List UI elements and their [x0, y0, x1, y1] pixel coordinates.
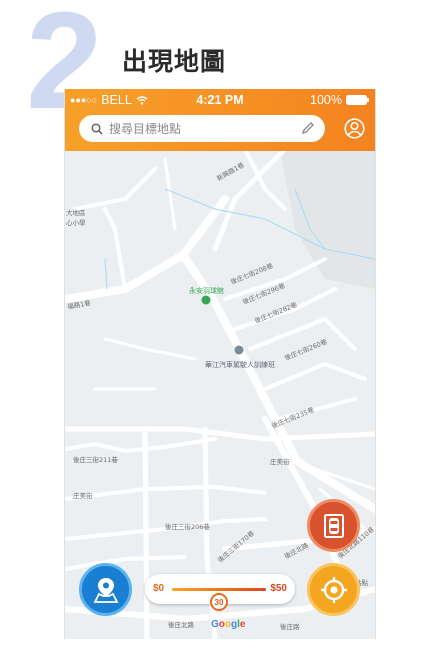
locate-button[interactable]	[307, 563, 360, 616]
map-label: 後庄路	[280, 623, 300, 631]
map-label: 大地區	[66, 209, 86, 217]
slider-min-label: $0	[153, 583, 165, 594]
profile-icon[interactable]	[344, 118, 365, 139]
map-label: 庄美街	[73, 492, 93, 500]
phone-screen: 新興路1巷 大地區 心小學 福路1巷 後庄七街208巷 後庄七街296巷 後庄七…	[64, 89, 376, 639]
parking-button[interactable]	[307, 499, 360, 552]
status-bar: ●●●○○ BELL 4:21 PM 100%	[65, 89, 375, 111]
slider-knob[interactable]: 30	[210, 593, 228, 611]
app-header: ●●●○○ BELL 4:21 PM 100% 搜尋目標地點	[65, 89, 375, 151]
map-pin-icon	[93, 577, 118, 603]
search-icon	[91, 122, 103, 135]
slider-max-label: $50	[270, 583, 287, 594]
step-title: 出現地圖	[122, 47, 227, 76]
battery-icon	[346, 95, 369, 105]
map-button[interactable]	[79, 563, 132, 616]
google-logo: Google	[211, 619, 246, 630]
slider-track[interactable]: 30	[172, 588, 266, 611]
place-label[interactable]: 華江汽車駕駛人訓練班	[205, 360, 275, 370]
search-bar[interactable]: 搜尋目標地點	[79, 115, 325, 142]
crosshair-icon	[320, 576, 347, 603]
map-label: 庄美街	[270, 458, 290, 466]
map-label: 後庄三街211巷	[73, 456, 118, 464]
pencil-icon[interactable]	[301, 121, 315, 135]
map-label: 後庄三街206巷	[165, 523, 210, 531]
car-icon	[323, 513, 344, 538]
search-input[interactable]: 搜尋目標地點	[109, 120, 181, 137]
map-label: 心小學	[66, 219, 86, 227]
map-label: 後庄北路	[168, 621, 194, 629]
price-slider[interactable]: $0 30 $50	[145, 574, 295, 611]
battery-percent: 100%	[310, 93, 342, 107]
place-label[interactable]: 永安羽球館	[189, 286, 224, 296]
